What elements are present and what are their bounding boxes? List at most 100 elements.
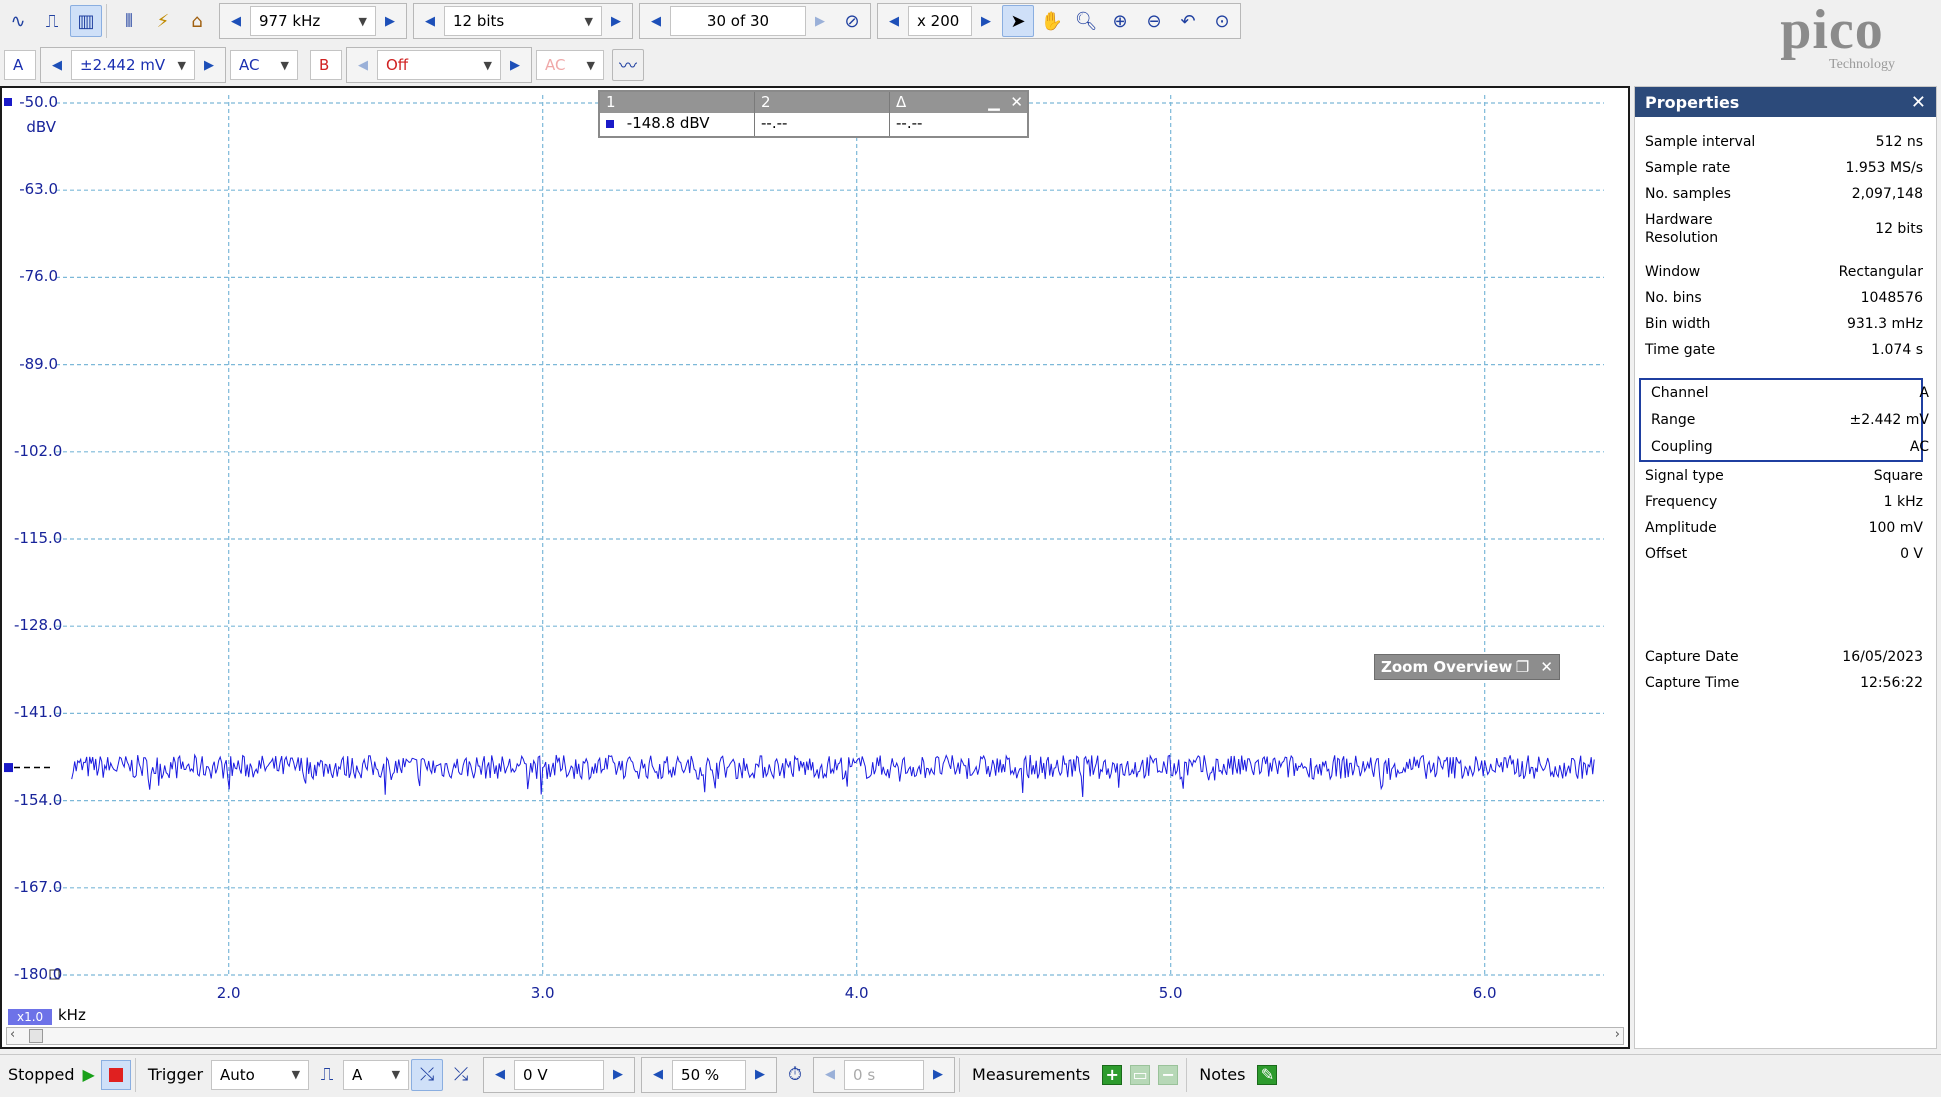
buffer-overview-icon[interactable]: ⊘ — [836, 5, 868, 37]
property-label: Window — [1645, 263, 1700, 281]
ruler-legend[interactable]: 1 2 Δ ▁ ✕ -148.8 dBV --.-- --.-- — [598, 90, 1029, 138]
zoom-overview-panel[interactable]: Zoom Overview ❐ ✕ — [1374, 654, 1560, 680]
channel-b-range-select[interactable]: Off ▼ — [377, 50, 501, 80]
add-spectrum-view-icon[interactable]: ⫴ — [113, 5, 145, 37]
zoom-in-icon[interactable]: ⊕ — [1104, 5, 1136, 37]
resolution-prev-arrow-icon[interactable]: ◀ — [416, 6, 444, 36]
property-row: Hardware Resolution 12 bits — [1639, 211, 1927, 247]
ruler-1-handle[interactable] — [4, 763, 13, 773]
close-icon[interactable]: ✕ — [1540, 658, 1553, 676]
add-measurement-icon[interactable]: + — [1102, 1064, 1123, 1085]
property-value: 2,097,148 — [1851, 186, 1923, 202]
frequency-prev-arrow-icon[interactable]: ◀ — [222, 6, 250, 36]
spectrum-mode-icon[interactable]: ▥ — [70, 5, 102, 37]
frequency-next-arrow-icon[interactable]: ▶ — [376, 6, 404, 36]
property-label-text: Capture Time — [1645, 675, 1740, 691]
x-axis-multiplier-badge[interactable]: x1.0 — [8, 1009, 53, 1025]
signal-generator-icon[interactable]: 〰 — [612, 49, 644, 81]
level-prev-arrow-icon[interactable]: ◀ — [486, 1060, 514, 1090]
persistence-mode-icon[interactable]: ⎍ — [36, 5, 68, 37]
spectrum-view[interactable]: -50.0 -63.0 -76.0 -89.0 -102.0 -115.0 -128.0 -1… — [0, 86, 1630, 1049]
post-trigger-delay-icon[interactable]: ⏱ — [779, 1059, 811, 1091]
y-tick-label: -50.0 — [19, 93, 58, 111]
zoom-fit-icon[interactable]: ⊙ — [1206, 5, 1238, 37]
trigger-label: Trigger — [147, 1065, 204, 1084]
level-next-arrow-icon[interactable]: ▶ — [604, 1060, 632, 1090]
pre-trigger-field[interactable]: 50 % — [672, 1059, 747, 1090]
pretrigger-prev-arrow-icon[interactable]: ◀ — [644, 1060, 672, 1090]
delay-prev-arrow-icon[interactable]: ◀ — [816, 1060, 844, 1090]
property-value: ±2.442 mV — [1849, 412, 1929, 428]
channel-toolbar: A ◀ ±2.442 mV ▼ ▶ AC ▼ B ◀ Off ▼ ▶ AC ▼ … — [0, 44, 644, 86]
buffer-index-field[interactable]: 30 of 30 — [670, 6, 806, 36]
channel-a-range-control: ◀ ±2.442 mV ▼ ▶ — [40, 47, 226, 83]
y-tick-label: -180.0 — [14, 965, 63, 983]
close-icon[interactable]: ✕ — [1911, 92, 1926, 113]
edit-measurement-icon[interactable]: ▭ — [1130, 1064, 1151, 1085]
channel-a-range-select[interactable]: ±2.442 mV ▼ — [71, 50, 195, 80]
channel-a-coupling-select[interactable]: AC ▼ — [230, 50, 298, 80]
minimize-icon[interactable]: ▁ — [988, 93, 1000, 111]
x-tick-label: 3.0 — [530, 984, 555, 1002]
rising-edge-icon[interactable]: ⤯ — [411, 1058, 444, 1091]
chevron-down-icon: ▼ — [291, 1068, 301, 1081]
run-icon[interactable]: ▶ — [83, 1065, 95, 1084]
trigger-channel-select[interactable]: A ▼ — [343, 1059, 410, 1090]
x-axis-unit: kHz — [58, 1006, 86, 1024]
channel-b-options-button[interactable]: B — [310, 50, 342, 80]
stop-button[interactable] — [100, 1059, 131, 1090]
property-value: AC — [1909, 439, 1929, 455]
stop-icon — [108, 1067, 123, 1082]
zoom-next-arrow-icon[interactable]: ▶ — [972, 6, 1000, 36]
resolution-select[interactable]: 12 bits ▼ — [444, 6, 602, 36]
property-label: Amplitude — [1645, 519, 1717, 537]
property-value: 512 ns — [1875, 134, 1923, 150]
pico-technology-logo: pico Technology — [1747, 2, 1917, 80]
scroll-left-icon[interactable]: ‹ — [10, 1027, 15, 1042]
hand-tool-icon[interactable]: ✋ — [1036, 5, 1068, 37]
close-icon[interactable]: ✕ — [1010, 93, 1023, 111]
scrollbar-thumb[interactable] — [29, 1029, 43, 1043]
home-icon[interactable]: ⌂ — [181, 5, 213, 37]
buffer-next-arrow-icon[interactable]: ▶ — [806, 6, 834, 36]
zoom-prev-arrow-icon[interactable]: ◀ — [880, 6, 908, 36]
pre-trigger-control: ◀ 50 % ▶ — [641, 1056, 778, 1093]
scroll-right-icon[interactable]: › — [1615, 1027, 1620, 1042]
zoom-tool-icon[interactable]: 🔍︎ — [1070, 5, 1102, 37]
pointer-tool-icon[interactable]: ➤ — [1002, 5, 1034, 37]
undo-zoom-icon[interactable]: ↶ — [1172, 5, 1204, 37]
channel-a-options-button[interactable]: A — [4, 50, 36, 80]
pretrigger-next-arrow-icon[interactable]: ▶ — [746, 1060, 774, 1090]
delay-field[interactable]: 0 s — [844, 1059, 925, 1090]
range-next-arrow-icon[interactable]: ▶ — [195, 50, 223, 80]
y-tick-label: -102.0 — [14, 441, 63, 460]
range-prev-arrow-icon[interactable]: ◀ — [349, 50, 377, 80]
frequency-select[interactable]: 977 kHz ▼ — [250, 6, 376, 36]
scope-mode-icon[interactable]: ∿ — [2, 5, 34, 37]
range-prev-arrow-icon[interactable]: ◀ — [43, 50, 71, 80]
buffer-prev-arrow-icon[interactable]: ◀ — [642, 6, 670, 36]
trigger-mode-select[interactable]: Auto ▼ — [211, 1059, 310, 1090]
trigger-level-value: 0 V — [523, 1065, 548, 1084]
horizontal-scrollbar[interactable]: ‹ › — [6, 1027, 1624, 1045]
restore-icon[interactable]: ❐ — [1516, 658, 1529, 676]
zoom-factor-field[interactable]: x 200 — [908, 6, 972, 36]
delay-next-arrow-icon[interactable]: ▶ — [924, 1060, 952, 1090]
ruler-value-1-cell: -148.8 dBV — [600, 113, 755, 136]
range-next-arrow-icon[interactable]: ▶ — [501, 50, 529, 80]
zoom-out-icon[interactable]: ⊖ — [1138, 5, 1170, 37]
advanced-trigger-icon[interactable]: ⎍ — [311, 1059, 343, 1091]
spectrum-plot-svg[interactable] — [2, 88, 1628, 1047]
resolution-next-arrow-icon[interactable]: ▶ — [602, 6, 630, 36]
falling-edge-icon[interactable]: ⤰ — [445, 1059, 477, 1091]
notes-icon[interactable]: ✎ — [1257, 1064, 1278, 1085]
property-row: Window Rectangular — [1639, 263, 1927, 281]
property-label: Sample interval — [1645, 133, 1755, 151]
channel-a-axis-marker[interactable] — [4, 98, 12, 106]
channel-b-coupling-select[interactable]: AC ▼ — [536, 50, 604, 80]
property-row: Coupling AC — [1645, 438, 1933, 456]
trigger-level-field[interactable]: 0 V — [514, 1059, 605, 1090]
delete-measurement-icon[interactable]: − — [1158, 1064, 1179, 1085]
probe-icon[interactable]: ⚡ — [147, 5, 179, 37]
chevron-down-icon: ▼ — [358, 14, 367, 28]
